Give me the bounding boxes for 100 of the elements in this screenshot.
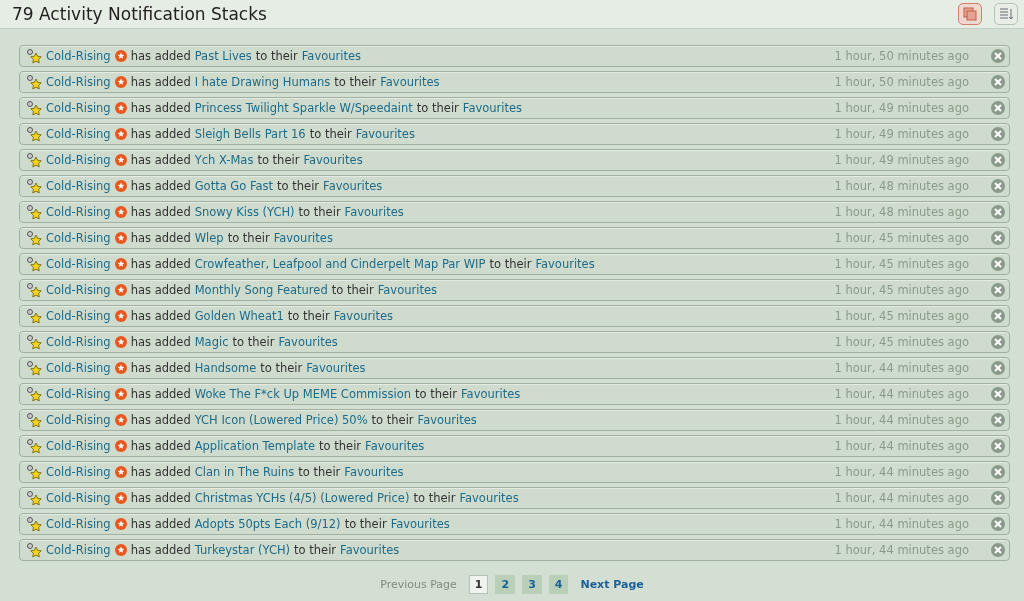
list-view-button[interactable]	[994, 3, 1018, 25]
close-button[interactable]	[991, 361, 1005, 375]
artwork-link[interactable]: Ych X-Mas	[194, 153, 254, 167]
username-link[interactable]: Cold-Rising	[46, 309, 111, 323]
artwork-link[interactable]: Gotta Go Fast	[194, 179, 274, 193]
artwork-link[interactable]: Wlep	[194, 231, 224, 245]
close-button[interactable]	[991, 101, 1005, 115]
stack-view-button[interactable]	[958, 3, 982, 25]
close-button[interactable]	[991, 127, 1005, 141]
close-button[interactable]	[991, 309, 1005, 323]
favourites-link[interactable]: Favourites	[355, 127, 415, 141]
close-button[interactable]	[991, 387, 1005, 401]
close-button[interactable]	[991, 517, 1005, 531]
favourites-link[interactable]: Favourites	[380, 75, 440, 89]
badge-icon	[114, 232, 127, 244]
favourites-link[interactable]: Favourites	[303, 153, 363, 167]
artwork-link[interactable]: Princess Twilight Sparkle W/Speedaint	[194, 101, 413, 115]
artwork-link[interactable]: Turkeystar (YCH)	[194, 543, 291, 557]
username-link[interactable]: Cold-Rising	[46, 179, 111, 193]
artwork-link[interactable]: Snowy Kiss (YCH)	[194, 205, 295, 219]
close-icon	[994, 312, 1002, 320]
username-link[interactable]: Cold-Rising	[46, 49, 111, 63]
artwork-link[interactable]: Monthly Song Featured	[194, 283, 328, 297]
username-link[interactable]: Cold-Rising	[46, 413, 111, 427]
close-button[interactable]	[991, 335, 1005, 349]
favourites-link[interactable]: Favourites	[461, 387, 521, 401]
artwork-link[interactable]: Sleigh Bells Part 16	[194, 127, 306, 141]
username-link[interactable]: Cold-Rising	[46, 283, 111, 297]
username-link[interactable]: Cold-Rising	[46, 491, 111, 505]
artwork-link[interactable]: YCH Icon (Lowered Price) 50%	[194, 413, 368, 427]
timestamp: 1 hour, 50 minutes ago	[834, 49, 969, 63]
username-link[interactable]: Cold-Rising	[46, 127, 111, 141]
close-button[interactable]	[991, 179, 1005, 193]
artwork-link[interactable]: Past Lives	[194, 49, 252, 63]
favourites-link[interactable]: Favourites	[535, 257, 595, 271]
artwork-link[interactable]: Application Template	[194, 439, 316, 453]
favourites-link[interactable]: Favourites	[340, 543, 400, 557]
artwork-link[interactable]: Handsome	[194, 361, 257, 375]
artwork-link[interactable]: Clan in The Ruins	[194, 465, 295, 479]
username-link[interactable]: Cold-Rising	[46, 231, 111, 245]
next-page-link[interactable]: Next Page	[580, 578, 644, 591]
page-link[interactable]: 1	[468, 575, 489, 594]
favourites-link[interactable]: Favourites	[278, 335, 338, 349]
close-button[interactable]	[991, 75, 1005, 89]
favourite-star-icon	[26, 74, 42, 90]
artwork-link[interactable]: Golden Wheat1	[194, 309, 284, 323]
username-link[interactable]: Cold-Rising	[46, 361, 111, 375]
username-link[interactable]: Cold-Rising	[46, 517, 111, 531]
username-link[interactable]: Cold-Rising	[46, 75, 111, 89]
favourites-link[interactable]: Favourites	[462, 101, 523, 115]
artwork-link[interactable]: Magic	[194, 335, 229, 349]
username-link[interactable]: Cold-Rising	[46, 543, 111, 557]
artwork-link[interactable]: Crowfeather, Leafpool and Cinderpelt Map Par WIP	[194, 257, 486, 271]
favourites-link[interactable]: Favourites	[377, 283, 437, 297]
badge-icon	[114, 180, 127, 192]
username-link[interactable]: Cold-Rising	[46, 465, 111, 479]
username-link[interactable]: Cold-Rising	[46, 439, 111, 453]
close-button[interactable]	[991, 49, 1005, 63]
username-link[interactable]: Cold-Rising	[46, 387, 111, 401]
favourite-star-icon	[26, 386, 42, 402]
badge-icon	[114, 336, 127, 348]
close-button[interactable]	[991, 205, 1005, 219]
page-link[interactable]: 4	[548, 575, 569, 594]
username-link[interactable]: Cold-Rising	[46, 153, 111, 167]
close-button[interactable]	[991, 153, 1005, 167]
favourites-link[interactable]: Favourites	[333, 309, 393, 323]
favourites-link[interactable]: Favourites	[459, 491, 519, 505]
badge-icon	[114, 440, 127, 452]
page-link[interactable]: 2	[495, 575, 516, 594]
favourites-link[interactable]: Favourites	[273, 231, 333, 245]
username-link[interactable]: Cold-Rising	[46, 257, 111, 271]
close-button[interactable]	[991, 283, 1005, 297]
close-button[interactable]	[991, 439, 1005, 453]
username-link[interactable]: Cold-Rising	[46, 335, 111, 349]
timestamp: 1 hour, 45 minutes ago	[834, 309, 969, 323]
close-button[interactable]	[991, 491, 1005, 505]
page-link[interactable]: 3	[522, 575, 542, 594]
favourites-link[interactable]: Favourites	[344, 465, 404, 479]
favourites-link[interactable]: Favourites	[306, 361, 366, 375]
close-button[interactable]	[991, 231, 1005, 245]
badge-icon	[114, 154, 127, 166]
artwork-link[interactable]: Adopts 50pts Each (9/12)	[194, 517, 341, 531]
close-button[interactable]	[991, 465, 1005, 479]
artwork-link[interactable]: I hate Drawing Humans	[194, 75, 331, 89]
close-button[interactable]	[991, 543, 1005, 557]
favourites-link[interactable]: Favourites	[301, 49, 362, 63]
favourites-link[interactable]: Favourites	[365, 439, 425, 453]
username-link[interactable]: Cold-Rising	[46, 205, 111, 219]
favourite-star-icon	[26, 100, 42, 116]
favourites-link[interactable]: Favourites	[390, 517, 450, 531]
activity-text: Cold-Rising has added I hate Drawing Humans to their Favourites	[46, 75, 441, 89]
username-link[interactable]: Cold-Rising	[46, 101, 111, 115]
close-button[interactable]	[991, 257, 1005, 271]
badge-icon	[114, 492, 127, 504]
artwork-link[interactable]: Woke The F*ck Up MEME Commission	[194, 387, 412, 401]
favourites-link[interactable]: Favourites	[344, 205, 404, 219]
close-button[interactable]	[991, 413, 1005, 427]
artwork-link[interactable]: Christmas YCHs (4/5) (Lowered Price)	[194, 491, 410, 505]
favourites-link[interactable]: Favourites	[323, 179, 383, 193]
favourites-link[interactable]: Favourites	[417, 413, 477, 427]
